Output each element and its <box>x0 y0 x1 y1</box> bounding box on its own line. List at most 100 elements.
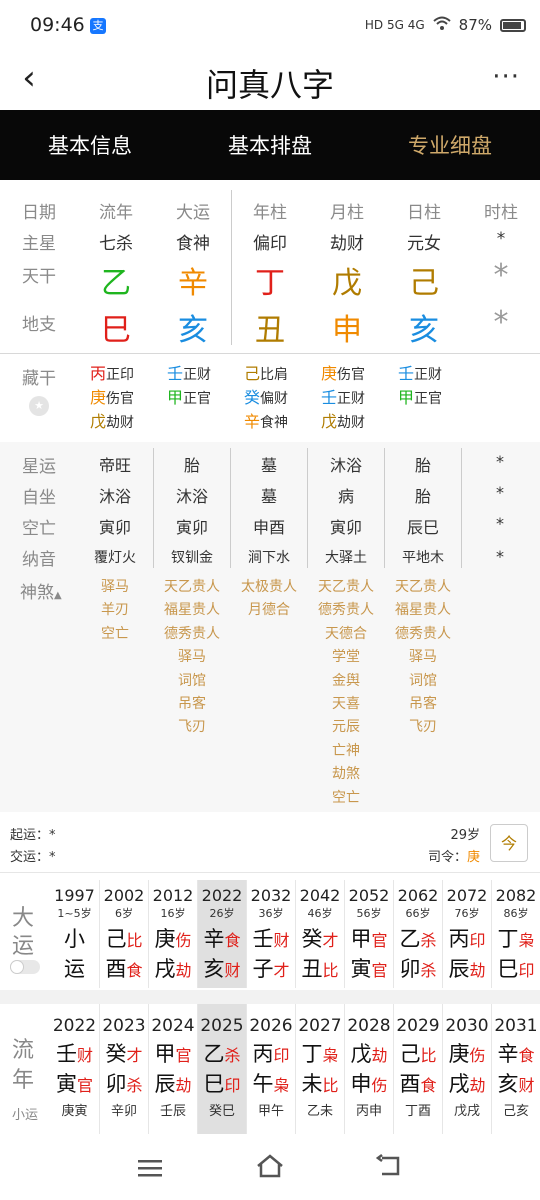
zhuxing-cell: 偏印 <box>253 234 287 254</box>
shensha-item: 福星贵人 <box>164 602 220 619</box>
liunian-gan-tag: 伤 <box>469 1046 486 1065</box>
shensha-item: 天乙贵人 <box>164 579 220 595</box>
canggan-item: 甲正官 <box>398 386 442 411</box>
dayun-gan-row: 乙杀 <box>394 923 442 953</box>
liunian-column[interactable]: 2030 庚伤 戌劫 戊戌 <box>442 1004 491 1134</box>
alipay-badge-icon: 支 <box>90 18 106 34</box>
dayun-column[interactable]: 2082 86岁 丁枭 巳印 <box>491 880 540 988</box>
more-options-icon[interactable]: ··· <box>492 62 520 92</box>
shensha-toggle[interactable]: 神煞▲ <box>10 578 80 603</box>
qiyun-jiao: 交运：* <box>10 846 56 865</box>
liunian-zhi: 巳 <box>203 1072 225 1096</box>
tab-basic-info[interactable]: 基本信息 <box>0 130 180 160</box>
dayun-gan-tag: 官 <box>371 931 388 950</box>
liunian-gan-tag: 杀 <box>224 1046 241 1065</box>
liunian-column[interactable]: 2029 己比 酉食 丁酉 <box>393 1004 442 1134</box>
back-icon[interactable]: ‹ <box>14 58 44 98</box>
dayun-year: 2042 <box>299 886 341 905</box>
liunian-column[interactable]: 2024 甲官 辰劫 壬辰 <box>148 1004 197 1134</box>
dayun-age: 76岁 <box>454 907 480 920</box>
canggan-item: 己比肩 <box>244 362 288 387</box>
tab-professional-chart[interactable]: 专业细盘 <box>360 130 540 160</box>
xiaoyun-value: 乙未 <box>306 1104 333 1119</box>
xiaoyun-value: 丁酉 <box>404 1104 431 1119</box>
liunian-year: 2022 <box>52 1016 97 1036</box>
xingyun-row-label: 空亡 <box>22 519 56 539</box>
canggan-item: 庚伤官 <box>90 386 134 411</box>
shensha-item: 词馆 <box>178 672 206 689</box>
dayun-gan-row: 壬财 <box>247 923 295 953</box>
liunian-year: 2024 <box>151 1016 195 1036</box>
liunian-gan-row: 戊劫 <box>345 1038 393 1068</box>
dayun-column[interactable]: 2052 56岁 甲官 寅官 <box>344 880 393 988</box>
tiangan-char: * <box>493 258 509 293</box>
dayun-gan: 小 <box>64 927 85 951</box>
dayun-column[interactable]: 2032 36岁 壬财 子才 <box>246 880 295 988</box>
liunian-column[interactable]: 2023 癸才 卯杀 辛卯 <box>99 1004 148 1134</box>
liunian-column[interactable]: 2028 戊劫 申伤 丙申 <box>344 1004 393 1134</box>
liunian-zhi-row: 申伤 <box>345 1068 393 1098</box>
zhuxing-cell: 七杀 <box>99 234 133 254</box>
today-calendar-icon[interactable]: 今 <box>490 824 528 862</box>
xingyun-cell: 平地木 <box>402 550 444 566</box>
liunian-gan-row: 甲官 <box>149 1038 197 1068</box>
dayun-gan-row: 庚伤 <box>149 923 197 953</box>
dizhi-char: 巳 <box>101 313 131 348</box>
row-label-tiangan: 天干 <box>22 267 56 287</box>
liunian-column[interactable]: 2027 丁枭 未比 乙未 <box>295 1004 344 1134</box>
liunian-zhi-tag: 食 <box>420 1076 437 1095</box>
dayun-column[interactable]: 2012 16岁 庚伤 戌劫 <box>148 880 197 988</box>
dayun-column[interactable]: 2002 6岁 己比 酉食 <box>99 880 148 988</box>
column-divider <box>153 448 154 568</box>
liunian-gan-row: 庚伤 <box>443 1038 491 1068</box>
dayun-column[interactable]: 2072 76岁 丙印 辰劫 <box>442 880 491 988</box>
liunian-gan: 甲 <box>154 1042 176 1066</box>
dayun-zhi-row: 酉食 <box>100 953 148 983</box>
liunian-zhi-row: 未比 <box>296 1068 344 1098</box>
dayun-column[interactable]: 2022 26岁 辛食 亥财 <box>197 880 246 988</box>
dayun-year: 2062 <box>397 886 439 905</box>
menu-icon[interactable] <box>138 1158 162 1182</box>
xiaoyun-value: 丙申 <box>355 1104 382 1119</box>
status-time: 09:46 <box>30 14 85 36</box>
liunian-column[interactable]: 2026 丙印 午枭 甲午 <box>246 1004 295 1134</box>
liunian-zhi-row: 亥财 <box>492 1068 540 1098</box>
liunian-gan-tag: 枭 <box>322 1046 339 1065</box>
xingyun-row-label: 自坐 <box>22 488 56 508</box>
dayun-gan: 癸 <box>301 927 323 951</box>
dizhi-char: * <box>493 305 509 340</box>
liunian-column[interactable]: 2025 乙杀 巳印 癸巳 <box>197 1004 246 1134</box>
liunian-year: 2030 <box>445 1016 489 1036</box>
dayun-gan-row: 己比 <box>100 923 148 953</box>
dayun-age: 26岁 <box>209 907 235 920</box>
dayun-column[interactable]: 2062 66岁 乙杀 卯杀 <box>393 880 442 988</box>
home-icon[interactable] <box>256 1154 284 1182</box>
star-icon[interactable]: ★ <box>29 396 49 416</box>
dayun-age: 1~5岁 <box>57 907 92 920</box>
xiaoyun-value: 庚寅 <box>61 1104 88 1119</box>
column-divider <box>461 448 462 568</box>
dayun-zhi-row: 亥财 <box>198 953 246 983</box>
liunian-year: 2031 <box>494 1016 538 1036</box>
back-nav-icon[interactable] <box>375 1154 402 1182</box>
liunian-zhi: 未 <box>301 1072 323 1096</box>
dayun-toggle[interactable] <box>10 960 40 974</box>
dayun-year: 2022 <box>201 886 243 905</box>
qiyun-section: 起运：* 交运：* 29岁 司令：庚 今 <box>0 816 540 870</box>
liunian-column[interactable]: 2022 壬财 寅官 庚寅 <box>50 1004 99 1134</box>
shensha-label: 神煞 <box>20 583 54 603</box>
canggan-item: 庚伤官 <box>321 362 365 387</box>
xingyun-cell: 涧下水 <box>248 550 290 566</box>
liunian-zhi-tag: 财 <box>518 1076 535 1095</box>
shensha-item: 学堂 <box>332 649 360 666</box>
liunian-column[interactable]: 2031 辛食 亥财 己亥 <box>491 1004 540 1134</box>
row-label-dizhi: 地支 <box>22 315 56 335</box>
dayun-column[interactable]: 1997 1~5岁小运 <box>50 880 99 988</box>
dayun-zhi: 亥 <box>203 957 225 981</box>
tiangan-char: 己 <box>409 266 439 301</box>
shensha-item: 金舆 <box>332 672 360 689</box>
tab-basic-chart[interactable]: 基本排盘 <box>180 130 360 160</box>
xingyun-cell: 辰巳 <box>406 518 439 537</box>
dayun-gan-tag: 才 <box>322 931 339 950</box>
dayun-column[interactable]: 2042 46岁 癸才 丑比 <box>295 880 344 988</box>
